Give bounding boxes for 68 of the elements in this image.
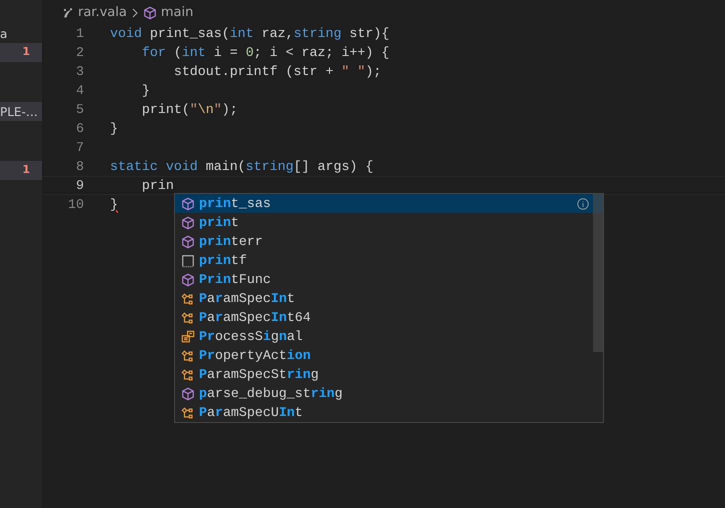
cube-icon: [142, 6, 157, 20]
suggestion-label: ParamSpecUInt: [199, 404, 303, 422]
info-icon[interactable]: [577, 198, 589, 210]
code-line: print("\n");: [140, 100, 238, 119]
code-line: void print_sas(int raz,string str){: [110, 24, 390, 43]
line-number: 3: [75, 62, 84, 81]
suggestion-item[interactable]: printf: [175, 251, 603, 270]
stacked-boxes-icon: [181, 330, 195, 344]
suggestion-item[interactable]: ProcessSignal: [175, 327, 603, 346]
line-number: 7: [75, 138, 84, 157]
problem-count: 1: [21, 44, 31, 60]
suggestion-label: ParamSpecInt: [199, 290, 295, 308]
line-number: 4: [75, 82, 84, 100]
code-line: }: [140, 82, 150, 100]
breadcrumb-item[interactable]: main: [160, 3, 194, 23]
suggestion-label: printf: [199, 252, 247, 270]
sidebar-item[interactable]: 1: [0, 43, 42, 62]
cube-icon: [181, 386, 195, 400]
suggestion-label: ParamSpecString: [199, 366, 319, 384]
suggestion-item[interactable]: PrintFunc: [175, 270, 603, 289]
suggestion-item[interactable]: parse_debug_string: [175, 384, 603, 403]
line-number: 5: [75, 100, 84, 119]
line-number: 9: [75, 176, 84, 195]
breadcrumb-item[interactable]: rar.vala: [78, 3, 127, 23]
scrollbar[interactable]: [593, 194, 603, 352]
suggestion-item[interactable]: ParamSpecInt64: [175, 308, 603, 327]
code-line: static void main(string[] args) {: [110, 158, 374, 176]
line-number: 8: [75, 158, 84, 176]
suggestion-item[interactable]: printerr: [175, 232, 603, 251]
suggestion-item[interactable]: ParamSpecUInt: [175, 403, 603, 422]
suggestion-label: PropertyAction: [199, 346, 311, 365]
suggestion-label: printerr: [199, 232, 263, 251]
suggestion-item[interactable]: print_sas: [175, 194, 603, 213]
cube-icon: [181, 216, 195, 230]
square-icon: [181, 254, 195, 268]
suggestion-item[interactable]: ParamSpecString: [175, 365, 603, 384]
sidebar-item[interactable]: a: [0, 24, 42, 43]
suggestion-label: print: [199, 214, 239, 232]
suggestion-item[interactable]: print: [175, 213, 603, 232]
line-number: 6: [75, 120, 84, 138]
branch-icon: [181, 292, 195, 306]
cube-icon: [181, 234, 195, 248]
branch-icon: [181, 406, 195, 420]
code-line: }: [110, 196, 118, 214]
file-icon: [62, 7, 74, 19]
suggestion-label: ProcessSignal: [199, 328, 303, 346]
sidebar-item[interactable]: PLE-…: [0, 102, 42, 121]
branch-icon: [181, 310, 195, 324]
sidebar-item[interactable]: 1: [0, 161, 42, 180]
line-number: 2: [75, 44, 84, 62]
branch-icon: [181, 368, 195, 382]
chevron-icon: [130, 8, 139, 18]
code-line: prin: [140, 176, 174, 195]
cube-icon: [181, 196, 195, 210]
suggestion-label: print_sas: [199, 194, 271, 213]
line-number: 1: [75, 24, 84, 43]
line-number: 10: [67, 196, 84, 214]
suggestion-label: parse_debug_string: [199, 384, 343, 403]
cube-icon: [181, 272, 195, 286]
suggestion-label: ParamSpecInt64: [199, 308, 311, 327]
code-line: stdout.printf (str + " ");: [172, 62, 382, 81]
branch-icon: [181, 348, 195, 362]
code-line: }: [110, 120, 118, 138]
suggestion-item[interactable]: ParamSpecInt: [175, 289, 603, 308]
suggestion-item[interactable]: PropertyAction: [175, 346, 603, 365]
suggestion-label: PrintFunc: [199, 270, 271, 289]
code-line: for (int i = 0; i < raz; i++) {: [140, 44, 390, 62]
problem-count: 1: [21, 162, 31, 178]
